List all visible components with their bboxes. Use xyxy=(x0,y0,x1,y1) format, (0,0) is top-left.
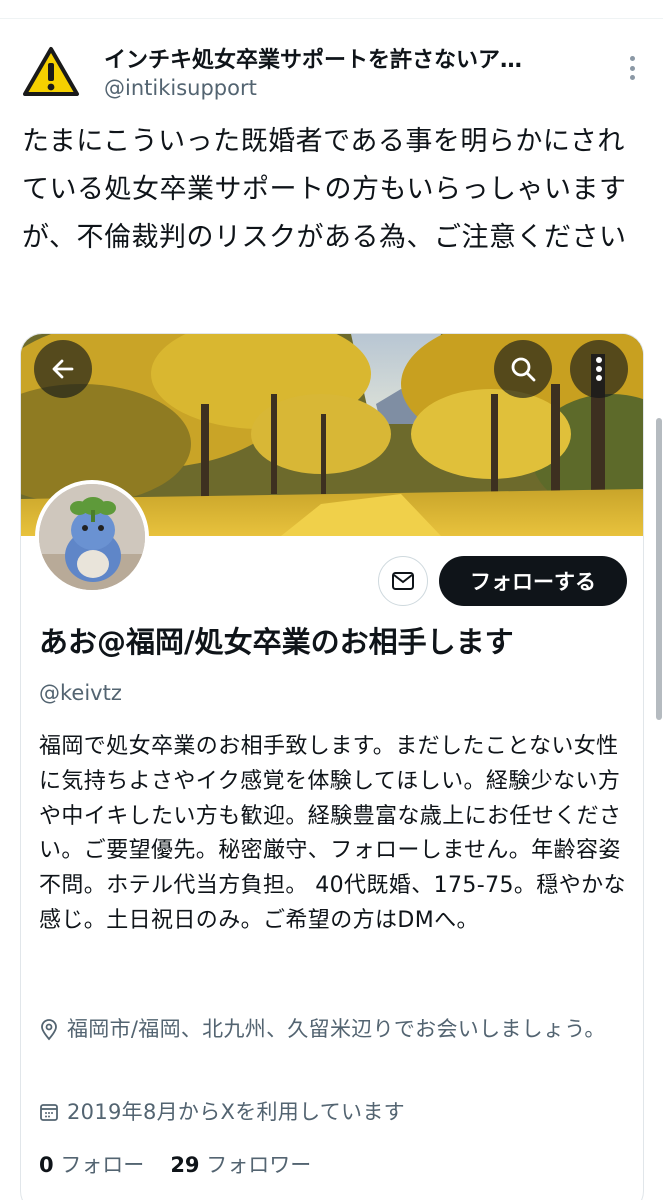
location-row: 福岡市/福岡、北九州、久留米辺りでお会いしましょう。 xyxy=(39,1013,629,1046)
followers-stat[interactable]: 29 フォロワー xyxy=(170,1149,311,1179)
avatar[interactable] xyxy=(35,480,149,594)
author-name[interactable]: インチキ処女卒業サポートを許さないア… xyxy=(104,42,604,74)
display-name: あお@福岡/処女卒業のお相手します xyxy=(39,625,514,659)
more-options-icon[interactable] xyxy=(630,56,636,80)
location-pin-icon xyxy=(39,1013,67,1046)
search-icon[interactable] xyxy=(494,340,552,398)
author-handle[interactable]: @intikisupport xyxy=(104,76,257,100)
warning-icon[interactable] xyxy=(22,46,80,98)
location-text: 福岡市/福岡、北九州、久留米辺りでお会いしましょう。 xyxy=(67,1017,606,1041)
profile-bio: 福岡で処女卒業のお相手致します。まだしたことない女性に気持ちよさやイク感覚を体験… xyxy=(39,734,626,933)
join-date-row: 2019年8月からXを利用しています xyxy=(39,1096,405,1129)
tweet-text: たまにこういった既婚者である事を明らかにされている処女卒業サポートの方もいらっし… xyxy=(22,126,627,253)
follow-button[interactable]: フォローする xyxy=(439,556,627,606)
tweet-header: インチキ処女卒業サポートを許さないア… @intikisupport xyxy=(22,40,642,110)
followers-label: フォロワー xyxy=(206,1153,312,1177)
top-divider xyxy=(0,18,663,19)
message-icon[interactable] xyxy=(378,556,428,606)
follow-stats: 0 フォロー 29 フォロワー xyxy=(39,1149,311,1179)
following-count: 0 xyxy=(39,1153,54,1177)
join-date-text: 2019年8月からXを利用しています xyxy=(67,1100,405,1124)
following-stat[interactable]: 0 フォロー xyxy=(39,1149,144,1179)
followers-count: 29 xyxy=(170,1153,200,1177)
profile-handle: @keivtz xyxy=(39,681,122,705)
more-options-icon[interactable] xyxy=(570,340,628,398)
scrollbar[interactable] xyxy=(656,418,662,720)
profile-screenshot-card[interactable]: フォローする あお@福岡/処女卒業のお相手します @keivtz 福岡で処女卒業… xyxy=(20,333,644,1200)
following-label: フォロー xyxy=(60,1153,145,1177)
calendar-icon xyxy=(39,1096,67,1129)
back-arrow-icon[interactable] xyxy=(34,340,92,398)
